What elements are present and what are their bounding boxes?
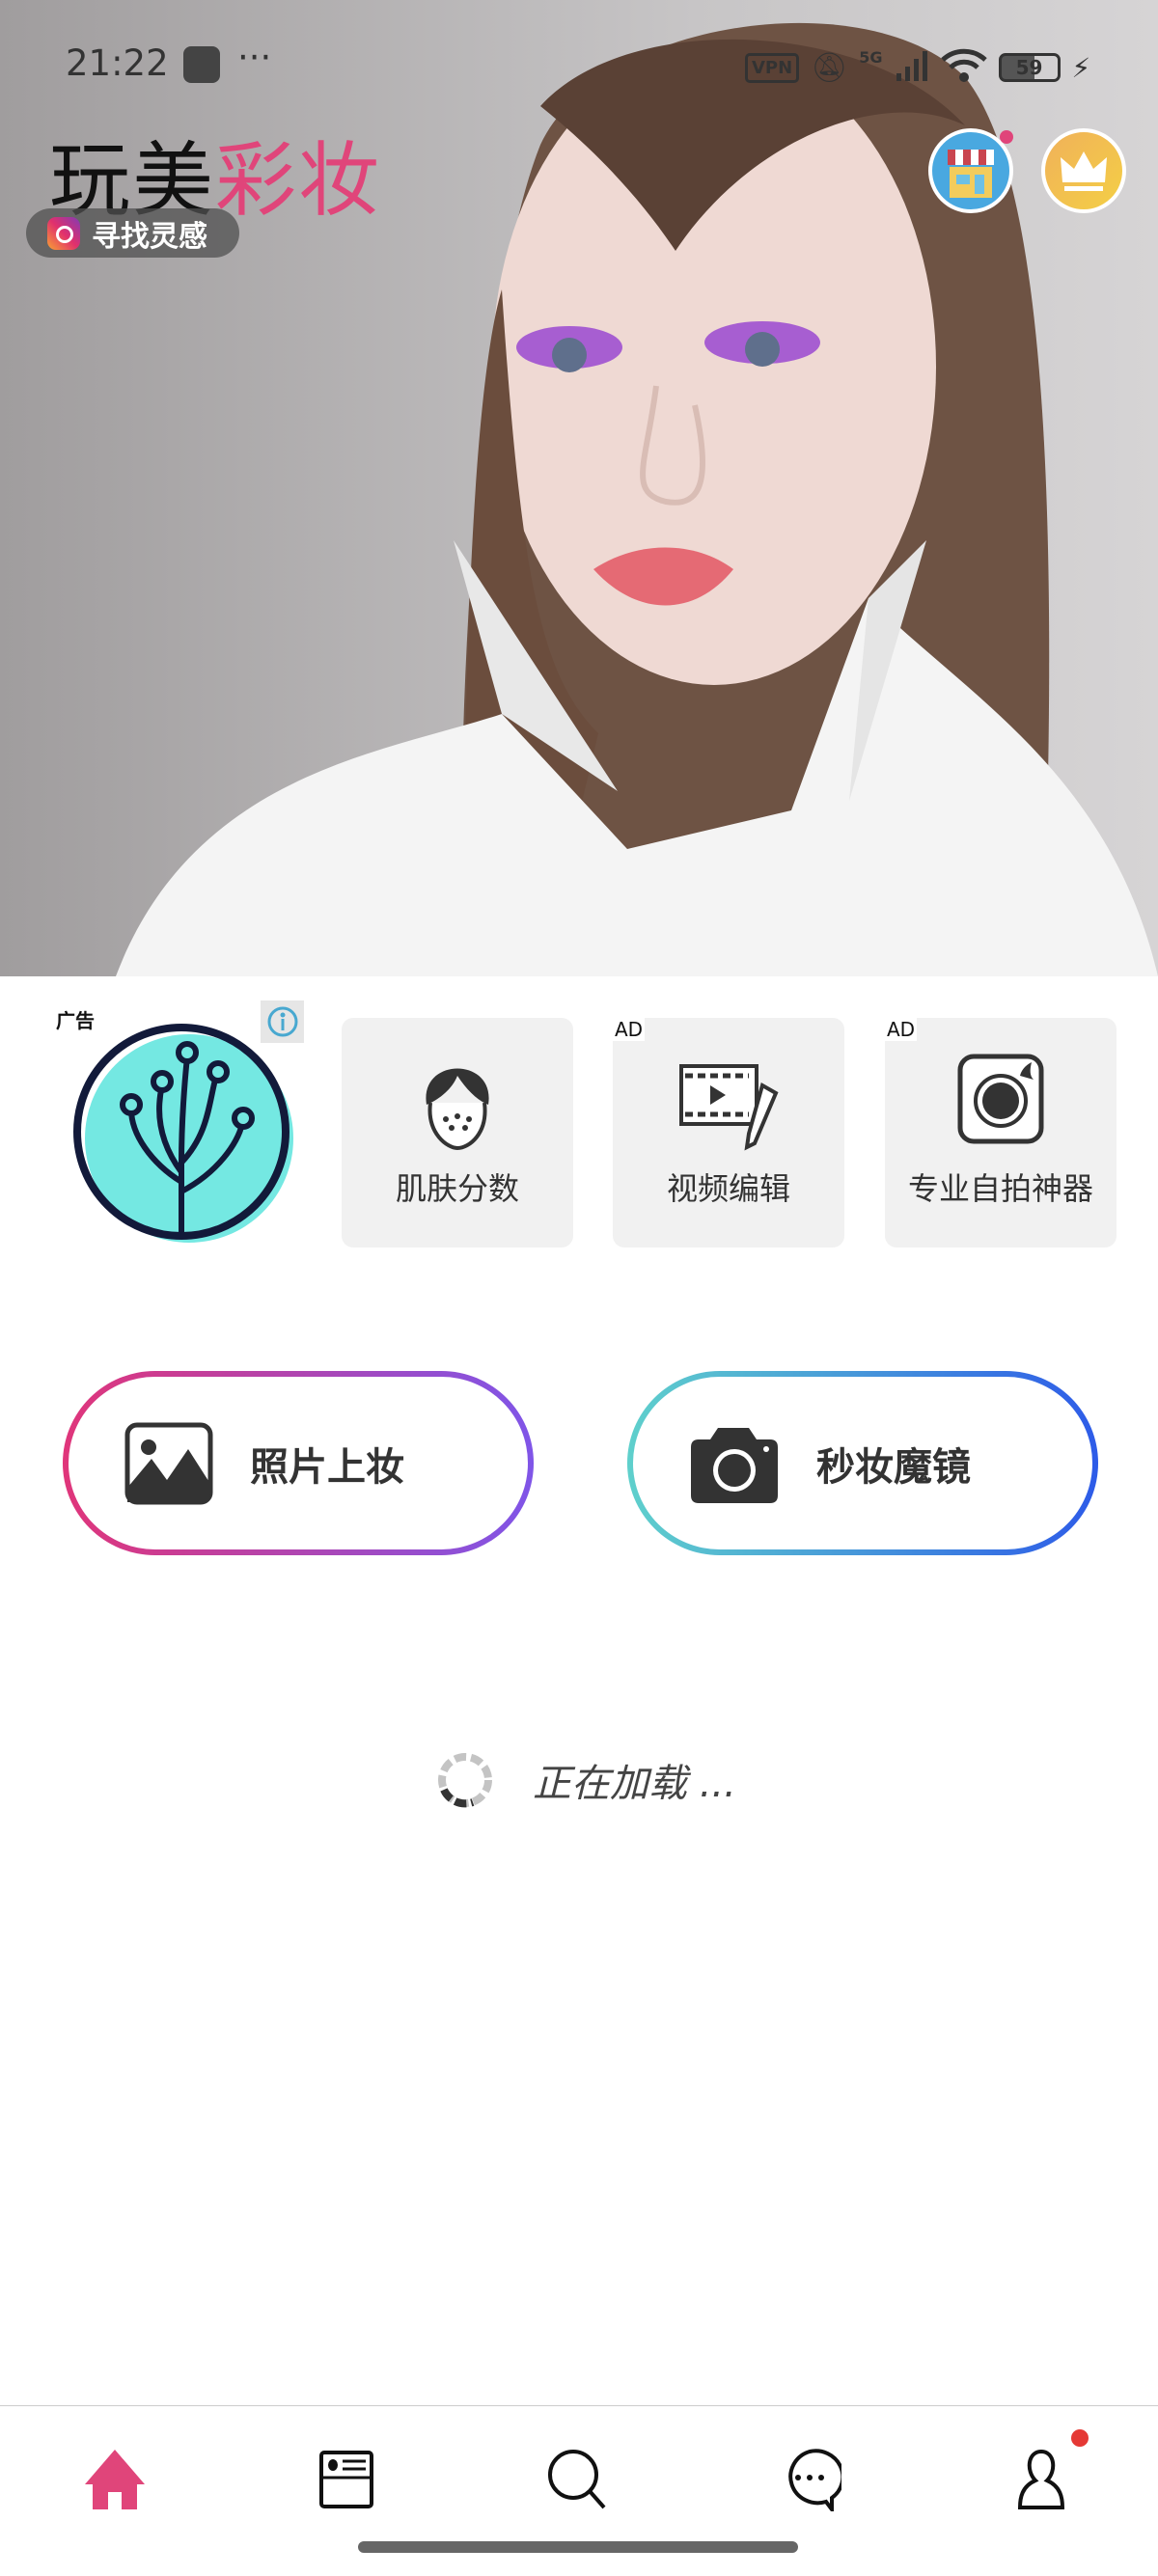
- nav-home[interactable]: [76, 2441, 153, 2518]
- tile-selfie-camera[interactable]: AD 专业自拍神器: [885, 1018, 1117, 1247]
- image-icon: [124, 1422, 213, 1504]
- tile-video-edit[interactable]: AD 视频编辑: [613, 1018, 844, 1247]
- status-more: ···: [237, 37, 272, 78]
- loading-text: 正在加载 ...: [533, 1762, 736, 1806]
- ad-tag: AD: [885, 1018, 918, 1041]
- vpn-icon: VPN: [745, 52, 800, 83]
- tile-label: 视频编辑: [666, 1170, 790, 1207]
- news-card-icon: [319, 2451, 373, 2508]
- instagram-icon: [47, 216, 80, 250]
- app-title-accent: 彩妆: [215, 133, 382, 228]
- user-icon: [1017, 2449, 1065, 2509]
- signal-icon: [895, 50, 929, 85]
- tile-label: 专业自拍神器: [907, 1170, 1093, 1207]
- find-inspiration-button[interactable]: 寻找灵感: [26, 208, 239, 258]
- charging-icon: ⚡︎: [1071, 51, 1091, 84]
- tile-label: 肌肤分数: [395, 1170, 519, 1207]
- profile-notification-dot: [1071, 2429, 1089, 2447]
- chat-bubble-icon: [788, 2449, 841, 2511]
- home-indicator[interactable]: [358, 2541, 798, 2553]
- nav-search[interactable]: [539, 2441, 617, 2518]
- app-notification-icon: [183, 46, 220, 83]
- wifi-icon: [940, 48, 987, 87]
- vip-button[interactable]: [1041, 128, 1126, 213]
- video-edit-icon: [679, 1064, 779, 1151]
- face-skin-icon: [426, 1068, 489, 1151]
- live-mirror-label: 秒妆魔镜: [816, 1444, 971, 1490]
- nav-feed[interactable]: [308, 2441, 385, 2518]
- nav-messages[interactable]: [771, 2441, 848, 2518]
- spinner-icon: [438, 1753, 492, 1808]
- network-type: 5G: [859, 48, 883, 67]
- crown-icon: [1061, 151, 1107, 191]
- camera-icon: [691, 1427, 778, 1503]
- status-icons: VPN 🔕︎ 5G 59 ⚡︎: [745, 48, 1090, 87]
- loading-indicator: 正在加载 ...: [436, 1751, 736, 1809]
- store-icon: [948, 150, 994, 198]
- status-time: 21:22: [66, 42, 169, 84]
- search-icon: [548, 2450, 606, 2509]
- nav-profile[interactable]: [1003, 2441, 1080, 2518]
- live-mirror-button[interactable]: 秒妆魔镜: [627, 1371, 1098, 1555]
- photo-makeup-label: 照片上妆: [250, 1444, 404, 1490]
- sprout-logo-icon: [73, 1024, 293, 1243]
- tile-skin-score[interactable]: 肌肤分数: [342, 1018, 573, 1247]
- store-notification-dot: [1000, 130, 1013, 144]
- home-icon: [85, 2450, 145, 2509]
- mute-icon: 🔕︎: [811, 50, 848, 85]
- ad-logo[interactable]: [64, 1018, 300, 1253]
- ad-tag: AD: [613, 1018, 646, 1041]
- photo-makeup-button[interactable]: 照片上妆: [63, 1371, 534, 1555]
- find-inspiration-label: 寻找灵感: [92, 219, 207, 254]
- battery-indicator: 59: [998, 53, 1061, 82]
- selfie-camera-icon: [957, 1054, 1044, 1144]
